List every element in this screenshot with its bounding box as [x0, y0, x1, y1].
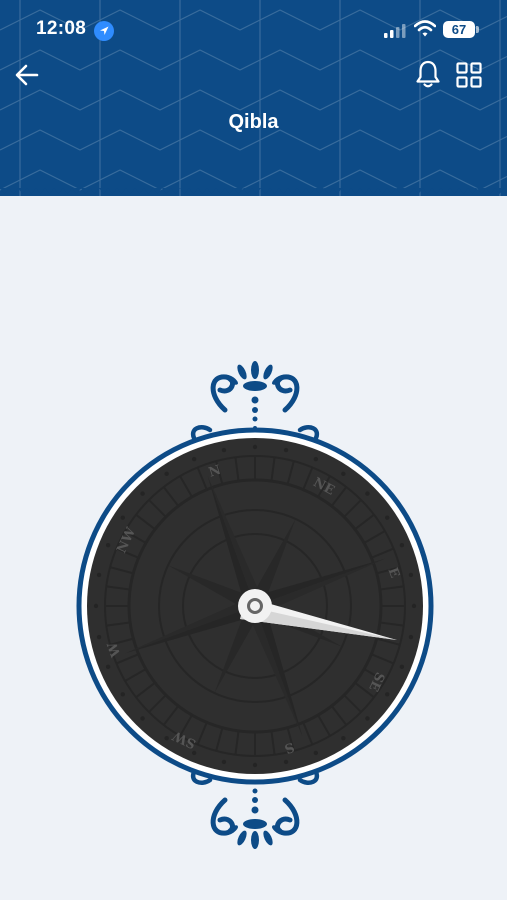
status-time: 12:08: [36, 18, 87, 39]
back-arrow-icon: [15, 64, 39, 86]
notifications-button[interactable]: [413, 58, 443, 90]
bell-icon: [416, 60, 440, 88]
battery-cap: [476, 26, 479, 33]
qibla-compass: N NE E SE S SW W NW: [70, 350, 440, 860]
compass-graphic: N NE E SE S SW W NW: [76, 361, 434, 849]
header-scallop-edge: [0, 188, 507, 194]
wifi-icon: [414, 20, 436, 37]
grid-icon: [456, 62, 482, 88]
signal-icon: [384, 24, 406, 38]
status-bar: 12:08 67: [0, 0, 507, 60]
back-button[interactable]: [12, 60, 42, 90]
menu-grid-button[interactable]: [455, 61, 483, 89]
page-title: Qibla: [228, 111, 279, 133]
battery-icon: 67: [443, 21, 475, 38]
location-arrow-icon: [94, 21, 114, 41]
